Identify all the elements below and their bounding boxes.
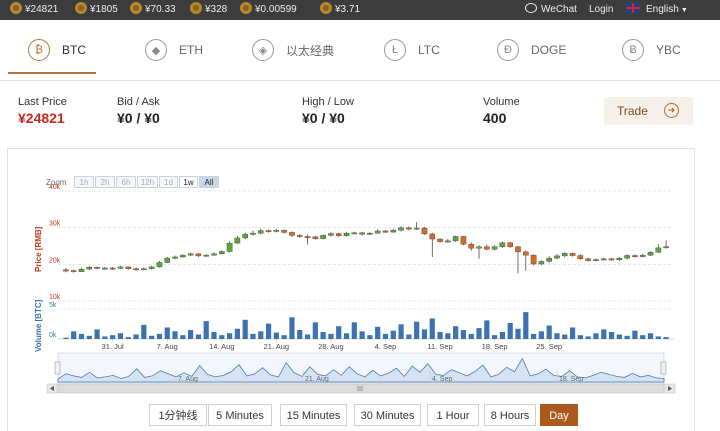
chart-panel	[7, 148, 695, 431]
zoom-1d-button[interactable]: 1d	[159, 176, 178, 188]
zoom-1h-button[interactable]: 1h	[74, 176, 94, 188]
ticker-price: ¥24821	[25, 4, 59, 15]
interval-1hour-button[interactable]: 1 Hour	[427, 404, 479, 426]
ticker-bar: ¥24821 ¥1805 ¥70.33 ¥328 ¥0.00599 ¥3.71 …	[0, 0, 720, 20]
trade-button[interactable]: Trade ➜	[604, 97, 693, 125]
tab-ybc[interactable]: Ƀ YBC	[622, 20, 681, 80]
ticker-item-btc[interactable]: ¥24821	[10, 0, 58, 20]
arrow-right-icon: ➜	[664, 103, 679, 118]
tab-label: LTC	[418, 43, 440, 57]
volume-label: Volume	[483, 96, 520, 108]
ethereum-classic-icon: ◈	[252, 39, 274, 61]
last-price-label: Last Price	[18, 96, 67, 108]
zoom-1w-button[interactable]: 1w	[179, 176, 198, 188]
ticker-price: ¥0.00599	[255, 4, 297, 15]
ticker-item-eth[interactable]: ¥1805	[75, 0, 118, 20]
tab-etc[interactable]: ◈ 以太经典	[252, 20, 334, 80]
interval-1min-button[interactable]: 1分钟线	[149, 404, 207, 426]
bid-ask-value: ¥0 / ¥0	[117, 110, 160, 126]
interval-15min-button[interactable]: 15 Minutes	[280, 404, 347, 426]
language-selector[interactable]: English ▼	[626, 0, 688, 20]
ethereum-icon: ◆	[145, 39, 167, 61]
login-link[interactable]: Login	[589, 0, 613, 20]
ticker-price: ¥70.33	[145, 4, 176, 15]
tab-label: 以太经典	[286, 43, 335, 58]
wechat-link[interactable]: WeChat	[525, 0, 577, 20]
coin-icon	[190, 2, 202, 15]
coin-icon	[240, 2, 252, 15]
zoom-all-button[interactable]: All	[199, 176, 219, 188]
tab-label: BTC	[62, 43, 86, 57]
ticker-item-doge[interactable]: ¥0.00599	[240, 0, 297, 20]
tab-label: YBC	[656, 43, 681, 57]
interval-day-button[interactable]: Day	[540, 404, 578, 426]
coin-icon	[320, 2, 332, 15]
last-price-value: ¥24821	[18, 110, 65, 126]
trade-label: Trade	[617, 104, 648, 118]
currency-tabs: ₿ BTC ◆ ETH ◈ 以太经典 Ł LTC Ð DOGE Ƀ YBC	[0, 20, 720, 81]
language-label: English	[646, 4, 679, 15]
interval-5min-button[interactable]: 5 Minutes	[208, 404, 272, 426]
tab-doge[interactable]: Ð DOGE	[497, 20, 566, 80]
ticker-item-etc[interactable]: ¥70.33	[130, 0, 176, 20]
active-tab-indicator	[8, 72, 96, 74]
wechat-label: WeChat	[541, 4, 577, 15]
tab-ltc[interactable]: Ł LTC	[384, 20, 440, 80]
ticker-item-ybc[interactable]: ¥3.71	[320, 0, 360, 20]
tab-eth[interactable]: ◆ ETH	[145, 20, 203, 80]
interval-30min-button[interactable]: 30 Minutes	[354, 404, 421, 426]
zoom-6h-button[interactable]: 6h	[116, 176, 136, 188]
tab-label: ETH	[179, 43, 203, 57]
high-low-value: ¥0 / ¥0	[302, 110, 345, 126]
zoom-2h-button[interactable]: 2h	[95, 176, 115, 188]
ticker-price: ¥3.71	[335, 4, 361, 15]
uk-flag-icon	[626, 3, 640, 14]
volume-value: 400	[483, 110, 507, 126]
coin-icon	[75, 2, 87, 15]
interval-8hours-button[interactable]: 8 Hours	[484, 404, 536, 426]
high-low-label: High / Low	[302, 96, 354, 108]
bitcoin-icon: ₿	[28, 39, 50, 61]
zoom-12h-button[interactable]: 12h	[137, 176, 158, 188]
ybc-icon: Ƀ	[622, 39, 644, 61]
coin-icon	[10, 2, 22, 15]
tab-btc[interactable]: ₿ BTC	[28, 20, 86, 80]
zoom-label: Zoom	[46, 178, 67, 187]
dogecoin-icon: Ð	[497, 39, 519, 61]
coin-icon	[130, 2, 142, 15]
ticker-item-ltc[interactable]: ¥328	[190, 0, 227, 20]
ticker-price: ¥1805	[90, 4, 118, 15]
bid-ask-label: Bid / Ask	[117, 96, 160, 108]
litecoin-icon: Ł	[384, 39, 406, 61]
tab-label: DOGE	[531, 43, 567, 57]
caret-down-icon: ▼	[680, 7, 688, 14]
ticker-price: ¥328	[205, 4, 228, 15]
wechat-icon	[525, 3, 537, 14]
